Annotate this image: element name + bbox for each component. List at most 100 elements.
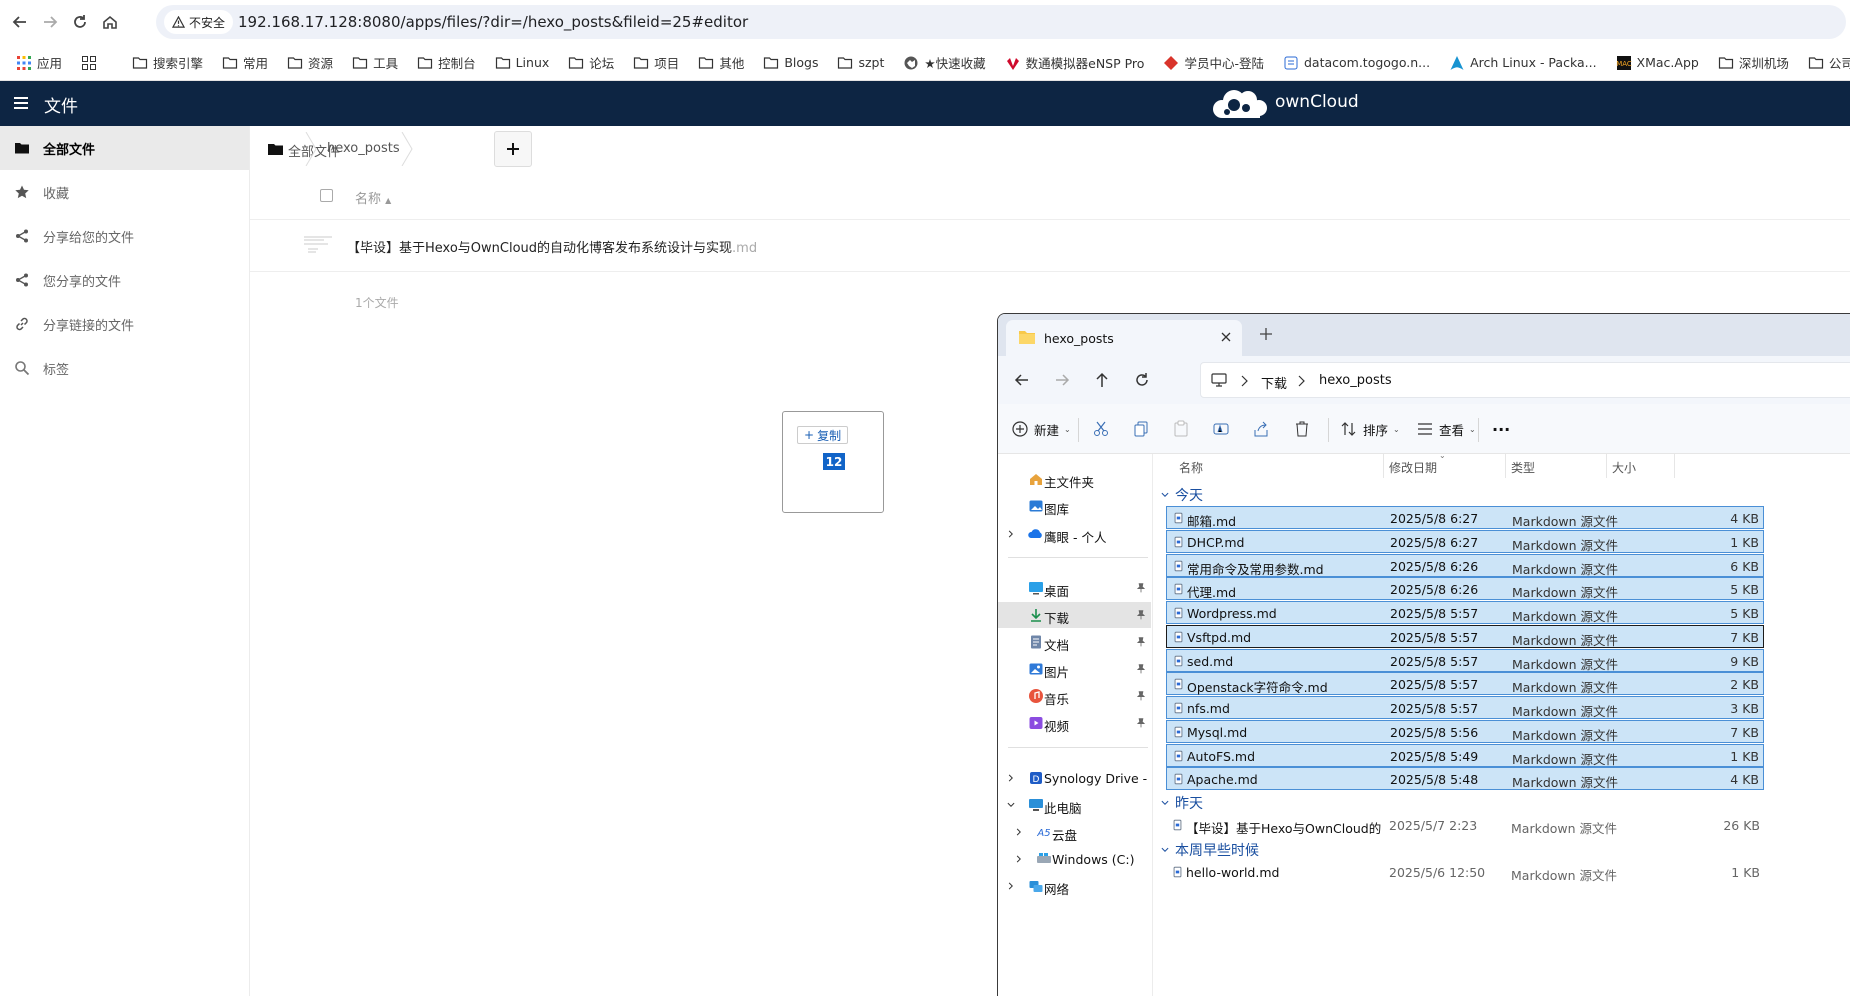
copy-button[interactable] — [1132, 418, 1150, 440]
nav-item[interactable]: 视频 — [998, 710, 1151, 736]
nav-item[interactable]: 主文件夹 — [998, 466, 1151, 492]
bookmark-item[interactable]: 其他 — [698, 53, 744, 72]
bookmark-item[interactable]: 工具 — [352, 53, 398, 72]
sidebar-item[interactable]: 收藏 — [0, 170, 249, 214]
bookmark-item[interactable]: 项目 — [633, 53, 679, 72]
file-row[interactable]: AutoFS.md 2025/5/8 5:49 Markdown 源文件 1 KB — [1166, 743, 1764, 767]
file-row[interactable]: DHCP.md 2025/5/8 6:27 Markdown 源文件 1 KB — [1166, 529, 1764, 553]
bookmark-item[interactable]: 控制台 — [417, 53, 476, 72]
security-indicator[interactable]: 不安全 — [164, 10, 234, 34]
rename-button[interactable] — [1212, 418, 1230, 440]
forward-arrow-icon[interactable] — [1052, 370, 1072, 390]
owncloud-logo-icon[interactable] — [1208, 87, 1272, 121]
file-row[interactable]: 邮箱.md 2025/5/8 6:27 Markdown 源文件 4 KB — [1166, 506, 1764, 529]
new-file-button[interactable] — [494, 131, 532, 167]
more-options-button[interactable]: ··· — [1492, 418, 1510, 440]
bookmark-item[interactable]: 公司 — [1808, 53, 1850, 72]
sort-button[interactable]: 排序 ⌄ — [1340, 418, 1400, 440]
nav-item[interactable]: 下载 — [998, 602, 1151, 628]
nav-item[interactable]: 音乐 — [998, 683, 1151, 709]
group-header[interactable]: 今天 — [1160, 484, 1203, 506]
bookmark-item[interactable]: MAC XMac.App — [1616, 55, 1699, 71]
sidebar-item[interactable]: 标签 — [0, 346, 249, 390]
file-row[interactable]: Openstack字符命令.md 2025/5/8 5:57 Markdown 源文… — [1166, 672, 1764, 696]
bookmark-item[interactable]: 论坛 — [568, 53, 614, 72]
bookmark-item[interactable]: Blogs — [763, 55, 818, 71]
bookmark-item[interactable]: 学员中心-登陆 — [1163, 53, 1264, 72]
up-arrow-icon[interactable] — [1092, 370, 1112, 390]
file-row[interactable]: 代理.md 2025/5/8 6:26 Markdown 源文件 5 KB — [1166, 577, 1764, 601]
nav-item[interactable]: 此电脑 — [998, 792, 1151, 818]
view-button[interactable]: 查看 ⌄ — [1416, 418, 1476, 440]
file-row[interactable]: sed.md 2025/5/8 5:57 Markdown 源文件 9 KB — [1166, 648, 1764, 672]
bookmark-item[interactable]: 搜索引擎 — [132, 53, 203, 72]
hamburger-menu-icon[interactable] — [12, 94, 30, 112]
bookmark-item[interactable]: Linux — [495, 55, 549, 71]
bookmark-item[interactable]: ★快速收藏 — [903, 53, 986, 72]
reload-button[interactable] — [68, 10, 92, 34]
bookmark-item[interactable]: szpt — [837, 55, 884, 71]
group-header[interactable]: 本周早些时候 — [1160, 839, 1259, 861]
new-tab-plus-icon[interactable] — [1258, 326, 1274, 342]
paste-button[interactable] — [1172, 418, 1190, 440]
explorer-tab[interactable]: hexo_posts — [1006, 320, 1242, 356]
close-icon[interactable] — [1218, 329, 1234, 345]
file-row[interactable]: 【毕设】基于Hexo与OwnCloud的自动化博客发布系统设计与实现.md — [250, 220, 1850, 272]
back-button[interactable] — [8, 10, 32, 34]
file-row[interactable]: 常用命令及常用参数.md 2025/5/8 6:26 Markdown 源文件 6 K… — [1166, 553, 1764, 577]
file-name[interactable]: 【毕设】基于Hexo与OwnCloud的自动化博客发布系统设计与实现.md — [347, 237, 757, 256]
bookmark-item[interactable]: 数通模拟器eNSP Pro — [1005, 53, 1144, 72]
sidebar-item[interactable]: 全部文件 — [0, 126, 249, 170]
forward-button[interactable] — [38, 10, 62, 34]
home-button[interactable] — [98, 10, 122, 34]
column-name-header[interactable]: 名称 ▲ — [355, 188, 391, 207]
share-button[interactable] — [1252, 418, 1270, 440]
folder-icon[interactable] — [268, 143, 283, 155]
path-segment-downloads[interactable]: 下载 — [1261, 373, 1287, 392]
breadcrumb-current[interactable]: hexo_posts — [327, 141, 400, 156]
nav-item[interactable]: 网络 — [998, 873, 1151, 899]
address-bar[interactable]: 不安全 192.168.17.128:8080/apps/files/?dir=… — [156, 5, 1846, 39]
column-header-modified[interactable]: 修改日期 — [1389, 459, 1437, 476]
nav-item[interactable]: D Synology Drive - — [998, 765, 1151, 791]
bookmark-item[interactable]: Arch Linux - Packa... — [1449, 55, 1597, 71]
nav-item[interactable]: 鹰眼 - 个人 — [998, 521, 1151, 547]
new-button[interactable]: 新建 ⌄ — [1011, 418, 1071, 440]
select-all-checkbox[interactable] — [320, 189, 333, 202]
bookmark-item[interactable]: 常用 — [222, 53, 268, 72]
markdown-file-icon — [1174, 584, 1183, 595]
nav-item[interactable]: A5 云盘 — [998, 819, 1151, 845]
url-text[interactable]: 192.168.17.128:8080/apps/files/?dir=/hex… — [238, 13, 748, 31]
file-row[interactable]: hello-world.md 2025/5/6 12:50 Markdown 源文件… — [1166, 861, 1764, 884]
file-row[interactable]: 【毕设】基于Hexo与OwnCloud的自动... 2025/5/7 2:23 Ma… — [1166, 814, 1764, 837]
nav-item[interactable]: 桌面 — [998, 575, 1151, 601]
column-header-name[interactable]: 名称 — [1179, 459, 1203, 476]
nav-item[interactable]: 图片 — [998, 656, 1151, 682]
back-arrow-icon[interactable] — [1012, 370, 1032, 390]
file-row[interactable]: Mysql.md 2025/5/8 5:56 Markdown 源文件 7 KB — [1166, 719, 1764, 743]
bookmark-item[interactable] — [81, 55, 97, 71]
sidebar-item[interactable]: 分享链接的文件 — [0, 302, 249, 346]
sidebar-item[interactable]: 您分享的文件 — [0, 258, 249, 302]
bookmark-item[interactable]: datacom.togogo.n... — [1283, 55, 1430, 71]
column-header-type[interactable]: 类型 — [1511, 459, 1535, 476]
refresh-icon[interactable] — [1132, 370, 1152, 390]
group-header[interactable]: 昨天 — [1160, 792, 1203, 814]
sidebar-item[interactable]: 分享给您的文件 — [0, 214, 249, 258]
path-segment-current[interactable]: hexo_posts — [1319, 373, 1392, 388]
file-row[interactable]: nfs.md 2025/5/8 5:57 Markdown 源文件 3 KB — [1166, 696, 1764, 719]
column-header-size[interactable]: 大小 — [1612, 459, 1636, 476]
bookmark-item[interactable]: 应用 — [16, 53, 62, 72]
file-row[interactable]: Apache.md 2025/5/8 5:48 Markdown 源文件 4 KB — [1166, 767, 1764, 791]
nav-item[interactable]: 图库 — [998, 493, 1151, 519]
bookmark-item[interactable]: 深圳机场 — [1718, 53, 1789, 72]
explorer-path-field[interactable]: 下载 hexo_posts — [1200, 362, 1850, 398]
cut-button[interactable] — [1092, 418, 1110, 440]
nav-item[interactable]: 文档 — [998, 629, 1151, 655]
file-row[interactable]: Vsftpd.md 2025/5/8 5:57 Markdown 源文件 7 KB — [1166, 624, 1764, 648]
delete-button[interactable] — [1293, 418, 1311, 440]
bookmark-item[interactable]: 资源 — [287, 53, 333, 72]
nav-item[interactable]: Windows (C:) — [998, 846, 1151, 872]
file-row[interactable]: Wordpress.md 2025/5/8 5:57 Markdown 源文件 5 K… — [1166, 601, 1764, 624]
app-title[interactable]: 文件 — [44, 92, 78, 117]
